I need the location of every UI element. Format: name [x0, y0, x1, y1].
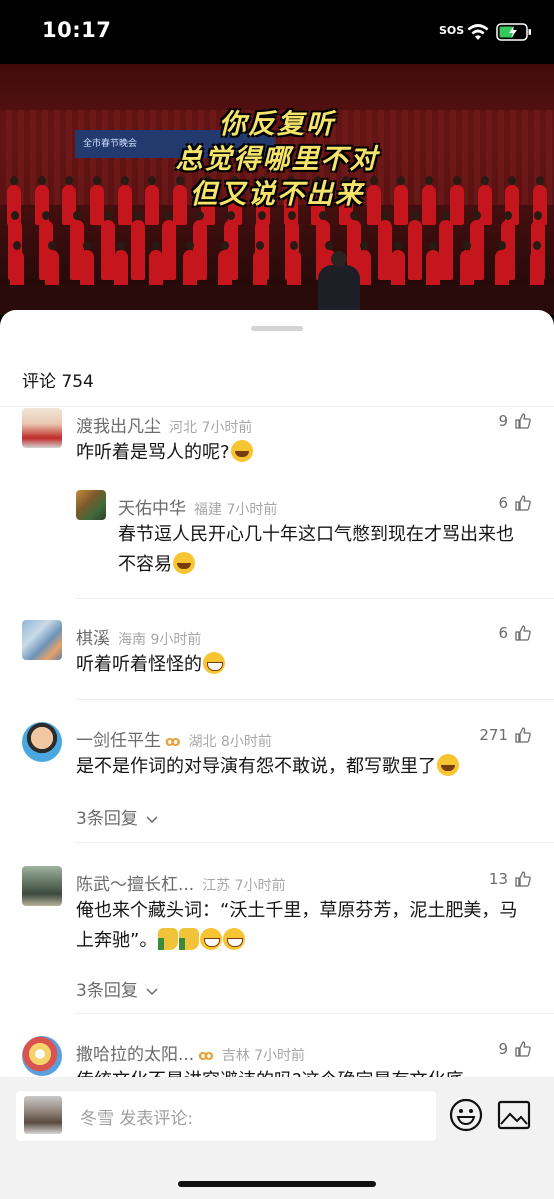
avatar[interactable]: [76, 490, 106, 520]
sos-indicator: SOS: [439, 24, 465, 37]
chevron-down-icon: [146, 816, 158, 824]
commenter-name[interactable]: 一剑任平生: [76, 726, 161, 751]
comment-input-placeholder: 冬雪 发表评论:: [80, 1109, 194, 1129]
like-count: 6: [498, 494, 508, 512]
status-time: 10:17: [42, 18, 112, 42]
like-count: 271: [479, 726, 508, 744]
divider: [76, 699, 554, 700]
comment-location-time: 湖北 8小时前: [188, 734, 272, 750]
wifi-icon: [467, 24, 489, 40]
like-button[interactable]: 9: [498, 412, 532, 430]
comments-sheet: 评论 754 渡我出凡尘 河北 7小时前 9 咋听着是骂人的呢? 天佑中华 福建…: [0, 310, 554, 1199]
vip-badge: ꝏ: [198, 1048, 214, 1064]
thumb-up-icon: [515, 871, 531, 887]
commenter-name[interactable]: 天佑中华: [118, 494, 186, 519]
divider: [76, 842, 554, 843]
video-player[interactable]: 全市春节晚会 你反复听 总觉得哪里不对 但又说不出来: [0, 40, 554, 315]
comment-location-time: 海南 9小时前: [118, 632, 202, 648]
image-icon[interactable]: [497, 1100, 531, 1130]
expand-replies-button[interactable]: 3条回复: [76, 976, 158, 1001]
comment-text: 春节逗人民开心几十年这口气憋到现在才骂出来也不容易: [118, 524, 514, 575]
avatar[interactable]: [22, 408, 62, 448]
grin-emoji-icon: [203, 652, 225, 674]
avatar[interactable]: [22, 866, 62, 906]
grin-emoji-icon: [223, 928, 246, 950]
commenter-name[interactable]: 渡我出凡尘: [76, 412, 161, 437]
avatar: [24, 1096, 62, 1134]
comment-location-time: 河北 7小时前: [169, 420, 253, 436]
status-bar: 10:17 SOS: [0, 0, 554, 64]
thumb-up-icon: [515, 727, 531, 743]
laugh-cry-emoji-icon: [437, 754, 459, 776]
commenter-name[interactable]: 陈武～擅长杠...: [76, 870, 194, 895]
battery-icon: [496, 23, 531, 41]
vip-badge: ꝏ: [165, 734, 181, 750]
thumb-up-icon: [515, 625, 531, 641]
like-button[interactable]: 13: [489, 870, 532, 888]
avatar[interactable]: [22, 620, 62, 660]
comment-text: 咋听着是骂人的呢?: [76, 438, 253, 468]
comment-text: 听着听着怪怪的: [76, 650, 225, 680]
divider: [76, 598, 554, 599]
commenter-name[interactable]: 棋溪: [76, 624, 110, 649]
comment-text: 是不是作词的对导演有怨不敢说，都写歌里了: [76, 752, 459, 782]
video-caption-line-3: 但又说不出来: [190, 179, 364, 210]
like-button[interactable]: 6: [498, 494, 532, 512]
drag-handle[interactable]: [251, 326, 303, 331]
thumbs-up-emoji-icon: [179, 928, 200, 950]
like-button[interactable]: 9: [498, 1040, 532, 1058]
commenter-name[interactable]: 撒哈拉的太阳...: [76, 1040, 194, 1065]
thumb-up-icon: [515, 413, 531, 429]
like-count: 13: [488, 870, 508, 888]
comment-location-time: 吉林 7小时前: [221, 1048, 306, 1064]
conductor: [318, 251, 360, 315]
chevron-down-icon: [146, 988, 158, 996]
grin-emoji-icon: [200, 928, 223, 950]
laugh-cry-emoji-icon: [230, 440, 253, 462]
comments-count-title: 评论 754: [22, 372, 94, 392]
avatar[interactable]: [22, 1036, 62, 1076]
like-count: 9: [498, 412, 508, 430]
comment-location-time: 福建 7小时前: [194, 502, 278, 518]
thumbs-up-emoji-icon: [158, 928, 179, 950]
video-caption-line-2: 总觉得哪里不对: [175, 144, 379, 175]
thumb-up-icon: [515, 1041, 531, 1057]
like-button[interactable]: 6: [498, 624, 532, 642]
home-indicator[interactable]: [178, 1181, 376, 1187]
expand-replies-button[interactable]: 3条回复: [76, 804, 158, 829]
video-caption-line-1: 你反复听: [219, 109, 335, 140]
like-button[interactable]: 271: [479, 726, 532, 744]
laugh-cry-emoji-icon: [173, 552, 195, 574]
divider: [0, 406, 554, 407]
like-count: 9: [498, 1040, 508, 1058]
comment-input[interactable]: 冬雪 发表评论:: [16, 1091, 436, 1141]
comment-text: 俺也来个藏头词：“沃土千里，草原芬芳，泥土肥美，马上奔驰”。: [76, 900, 518, 951]
comment-location-time: 江苏 7小时前: [202, 878, 286, 894]
avatar[interactable]: [22, 722, 62, 762]
thumb-up-icon: [515, 495, 531, 511]
emoji-icon[interactable]: [449, 1098, 483, 1132]
like-count: 6: [498, 624, 508, 642]
divider: [76, 1013, 554, 1014]
